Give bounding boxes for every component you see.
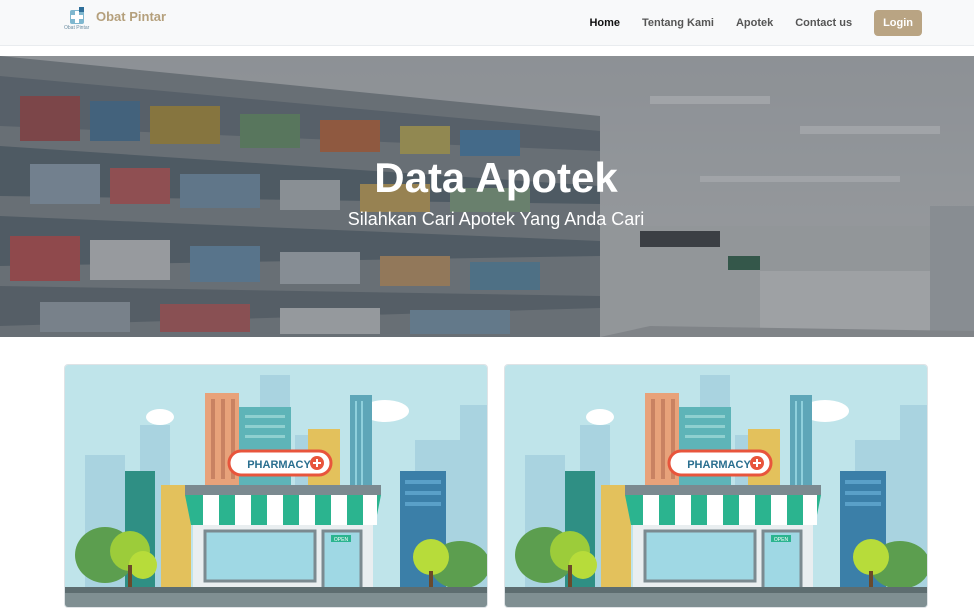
nav-item-contact-us[interactable]: Contact us — [795, 17, 852, 29]
medical-cross-icon: Obat Pintar — [64, 6, 92, 32]
pharmacy-sign-text: PHARMACY — [247, 459, 311, 471]
hero-subtitle: Silahkan Cari Apotek Yang Anda Cari — [347, 209, 645, 229]
brand-tagline: Obat Pintar — [64, 25, 90, 31]
pharmacy-card[interactable]: PHARMACY OPEN — [64, 364, 488, 608]
nav-item-tentang-kami[interactable]: Tentang Kami — [642, 17, 714, 29]
nav-links: Home Tentang Kami Apotek Contact us Logi… — [589, 0, 974, 46]
pharmacy-sign-text: PHARMACY — [687, 459, 751, 471]
hero-banner: Data Apotek Silahkan Cari Apotek Yang An… — [0, 56, 974, 337]
navbar: Obat Pintar Obat Pintar Home Tentang Kam… — [0, 0, 974, 46]
hero-title: Data Apotek — [374, 154, 618, 201]
nav-item-home[interactable]: Home — [589, 17, 620, 29]
pharmacy-illustration: PHARMACY OPEN — [65, 365, 487, 607]
login-button[interactable]: Login — [874, 10, 922, 36]
door-open-sign: OPEN — [334, 537, 349, 543]
pharmacy-card[interactable]: PHARMACY OPEN — [504, 364, 928, 608]
door-open-sign: OPEN — [774, 537, 789, 543]
brand[interactable]: Obat Pintar Obat Pintar — [64, 6, 166, 32]
brand-name: Obat Pintar — [96, 9, 167, 24]
nav-item-apotek[interactable]: Apotek — [736, 17, 773, 29]
pharmacy-illustration: PHARMACY OPEN — [505, 365, 927, 607]
